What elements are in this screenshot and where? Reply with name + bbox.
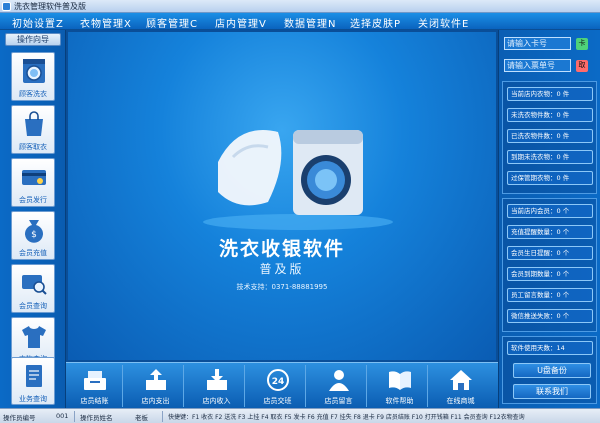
tile-customer-wash[interactable]: 顾客洗衣 [11,52,55,101]
clothes-stats-group: 当前店内衣物：0 件 未洗衣物件数：0 件 已洗衣物件数：0 件 到期未洗衣物：… [502,81,597,194]
title-bar: 洗衣管理软件普及版 [0,0,600,13]
bottom-label: 店员留言 [324,397,353,405]
tile-label: 会员充值 [19,249,47,257]
tech-support: 技术支持：0371-88881995 [236,283,328,291]
tile-label: 会员发行 [19,196,47,204]
left-panel: 操作向导 顾客洗衣 顾客取衣 会员发行 $ 会员充值 会员查询 业务查询 [0,30,66,408]
book-icon [389,371,411,390]
menu-select-skin[interactable]: 选择皮肤P [350,15,401,30]
stat-wechat-push-failed: 微信推送失败：0 个 [507,309,593,323]
person-icon [329,370,349,391]
bottom-toolbar: 店员结账 店内支出 店内收入 24 店员交班 店员留言 软件帮助 在线商城 [66,362,498,408]
stat-in-store-members: 当前店内会员：0 个 [507,204,593,218]
window-title: 洗衣管理软件普及版 [14,2,86,11]
usb-backup-button[interactable]: U盘备份 [513,363,591,378]
menu-data-management[interactable]: 数据管理N [284,15,336,30]
contact-us-button[interactable]: 联系我们 [513,384,591,399]
house-icon [450,370,472,390]
stat-member-expired: 会员到期数量：0 个 [507,267,593,281]
tile-member-issue[interactable]: 会员发行 [11,158,55,207]
operator-number-label: 操作员编号 [3,414,36,422]
box-out-icon [146,369,166,390]
card-confirm-button[interactable]: 卡 [576,38,588,50]
online-mall-button[interactable]: 在线商城 [432,365,489,407]
tile-label: 业务查询 [19,395,47,403]
member-stats-group: 当前店内会员：0 个 充值提醒数量：0 个 会员生日提醒：0 个 会员到期数量：… [502,198,597,332]
product-title: 洗衣收银软件 [218,238,345,260]
card-number-input[interactable] [504,37,571,50]
bottom-label: 软件帮助 [385,397,414,405]
card-search-icon [22,275,47,295]
bottom-label: 店员交班 [263,397,292,405]
svg-text:$: $ [31,230,37,240]
tile-label: 顾客取衣 [19,143,47,151]
tshirt-icon [22,326,46,348]
washing-machine-icon [23,59,45,83]
bottom-label: 店内收入 [202,397,231,405]
bottom-label: 在线商城 [446,397,475,405]
bottom-label: 店内支出 [141,397,170,405]
operator-number: 001 [56,412,69,420]
status-separator [74,411,75,422]
main-banner: 洗衣收银软件 普及版 技术支持：0371-88881995 [66,30,498,362]
menu-clothes-management[interactable]: 衣物管理X [80,15,132,30]
member-card-icon [22,170,46,185]
menu-customer-management[interactable]: 顾客管理C [146,15,198,30]
tile-member-query[interactable]: 会员查询 [11,264,55,313]
staff-message-button[interactable]: 店员留言 [310,365,367,407]
stat-recharge-reminders: 充值提醒数量：0 个 [507,225,593,239]
staff-checkout-button[interactable]: 店员结账 [66,365,123,407]
stat-due-unwashed: 到期未洗衣物：0 件 [507,150,593,164]
tile-customer-pickup[interactable]: 顾客取衣 [11,105,55,154]
box-in-icon [207,369,227,390]
menu-bar: 初始设置Z 衣物管理X 顾客管理C 店内管理V 数据管理N 选择皮肤P 关闭软件… [0,13,600,30]
bottom-label: 店员结账 [80,397,109,405]
status-separator [162,411,163,422]
ticket-number-input[interactable] [504,59,571,72]
actions-group: 软件使用天数：14 U盘备份 联系我们 [502,336,597,404]
tile-label: 会员查询 [19,302,47,310]
stat-expired-storage: 过保管期衣物：0 件 [507,171,593,185]
document-icon [26,365,42,387]
tile-label: 顾客洗衣 [19,90,47,98]
menu-close-software[interactable]: 关闭软件E [418,15,469,30]
stat-washed-clothes: 已洗衣物件数：0 件 [507,129,593,143]
money-bag-icon: $ [25,220,43,243]
store-expense-button[interactable]: 店内支出 [127,365,184,407]
stat-birthday-reminders: 会员生日提醒：0 个 [507,246,593,260]
stat-unwashed-clothes: 未洗衣物件数：0 件 [507,108,593,122]
menu-store-management[interactable]: 店内管理V [215,15,267,30]
cash-register-icon [84,371,106,390]
stat-in-store-clothes: 当前店内衣物：0 件 [507,87,593,101]
right-panel: 卡 取 当前店内衣物：0 件 未洗衣物件数：0 件 已洗衣物件数：0 件 到期未… [498,30,600,408]
stat-days-used: 软件使用天数：14 [507,341,593,355]
tile-member-recharge[interactable]: $ 会员充值 [11,211,55,260]
operator-name-label: 操作员姓名 [80,414,113,422]
tile-business-query[interactable]: 业务查询 [11,357,55,405]
svg-text:24: 24 [272,377,285,387]
ticket-fetch-button[interactable]: 取 [576,60,588,72]
menu-initial-settings[interactable]: 初始设置Z [12,15,64,30]
operation-wizard-button[interactable]: 操作向导 [5,33,61,46]
software-help-button[interactable]: 软件帮助 [371,365,428,407]
status-bar: 操作员编号 001 操作员姓名 老板 快捷键：F1 收衣 F2 送洗 F3 上挂… [0,408,600,423]
laundry-hero-illustration [203,130,393,230]
shortcut-keys: 快捷键：F1 收衣 F2 送洗 F3 上挂 F4 取衣 F5 发卡 F6 充值 … [168,414,525,421]
clock-24-icon: 24 [267,369,289,391]
shopping-bag-icon [25,111,43,136]
store-income-button[interactable]: 店内收入 [188,365,245,407]
edition-label: 普及版 [259,262,305,276]
stat-staff-messages: 员工留言数量：0 个 [507,288,593,302]
staff-handover-button[interactable]: 24 店员交班 [249,365,306,407]
app-icon [2,2,11,11]
operator-name: 老板 [135,414,148,422]
